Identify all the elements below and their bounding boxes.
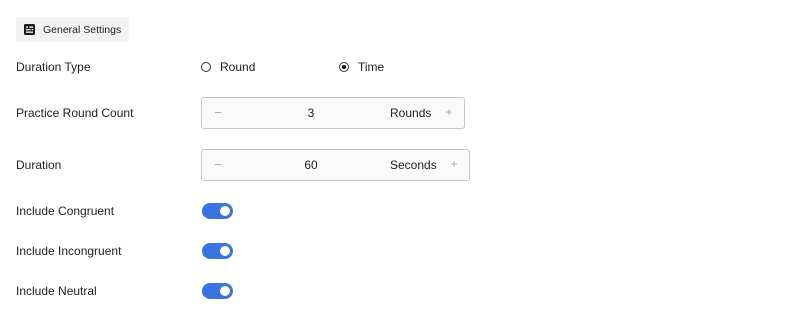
- radio-button-time[interactable]: [339, 62, 349, 72]
- toggle-knob: [218, 244, 232, 258]
- radio-option-round[interactable]: Round: [201, 59, 255, 75]
- practice-round-count-value[interactable]: 3: [282, 106, 340, 120]
- include-congruent-toggle[interactable]: [202, 203, 233, 219]
- include-congruent-label: Include Congruent: [16, 204, 115, 218]
- plus-icon[interactable]: +: [448, 157, 460, 171]
- plus-icon[interactable]: +: [443, 105, 455, 119]
- duration-value[interactable]: 60: [282, 158, 340, 172]
- toggle-knob: [218, 284, 232, 298]
- radio-option-time[interactable]: Time: [339, 59, 384, 75]
- duration-unit: Seconds: [390, 158, 437, 172]
- radio-label-time: Time: [358, 60, 385, 74]
- duration-label: Duration: [16, 158, 62, 172]
- include-incongruent-label: Include Incongruent: [16, 244, 122, 258]
- include-neutral-toggle[interactable]: [202, 283, 233, 299]
- radio-button-round[interactable]: [201, 62, 211, 72]
- section-title: General Settings: [43, 23, 122, 36]
- general-settings-tab[interactable]: General Settings: [16, 17, 130, 42]
- practice-round-count-label: Practice Round Count: [16, 106, 134, 120]
- practice-round-count-stepper: − 3 Rounds +: [201, 97, 465, 129]
- include-neutral-label: Include Neutral: [16, 284, 97, 298]
- toggle-knob: [218, 204, 232, 218]
- practice-round-count-unit: Rounds: [390, 106, 432, 120]
- duration-stepper: − 60 Seconds +: [201, 149, 470, 181]
- minus-icon[interactable]: −: [212, 105, 224, 120]
- include-incongruent-toggle[interactable]: [202, 243, 233, 259]
- minus-icon[interactable]: −: [212, 157, 224, 172]
- radio-label-round: Round: [220, 60, 256, 74]
- settings-panel-icon: [24, 24, 35, 35]
- duration-type-radio-group: Round Time: [201, 59, 461, 75]
- duration-type-label: Duration Type: [16, 60, 91, 74]
